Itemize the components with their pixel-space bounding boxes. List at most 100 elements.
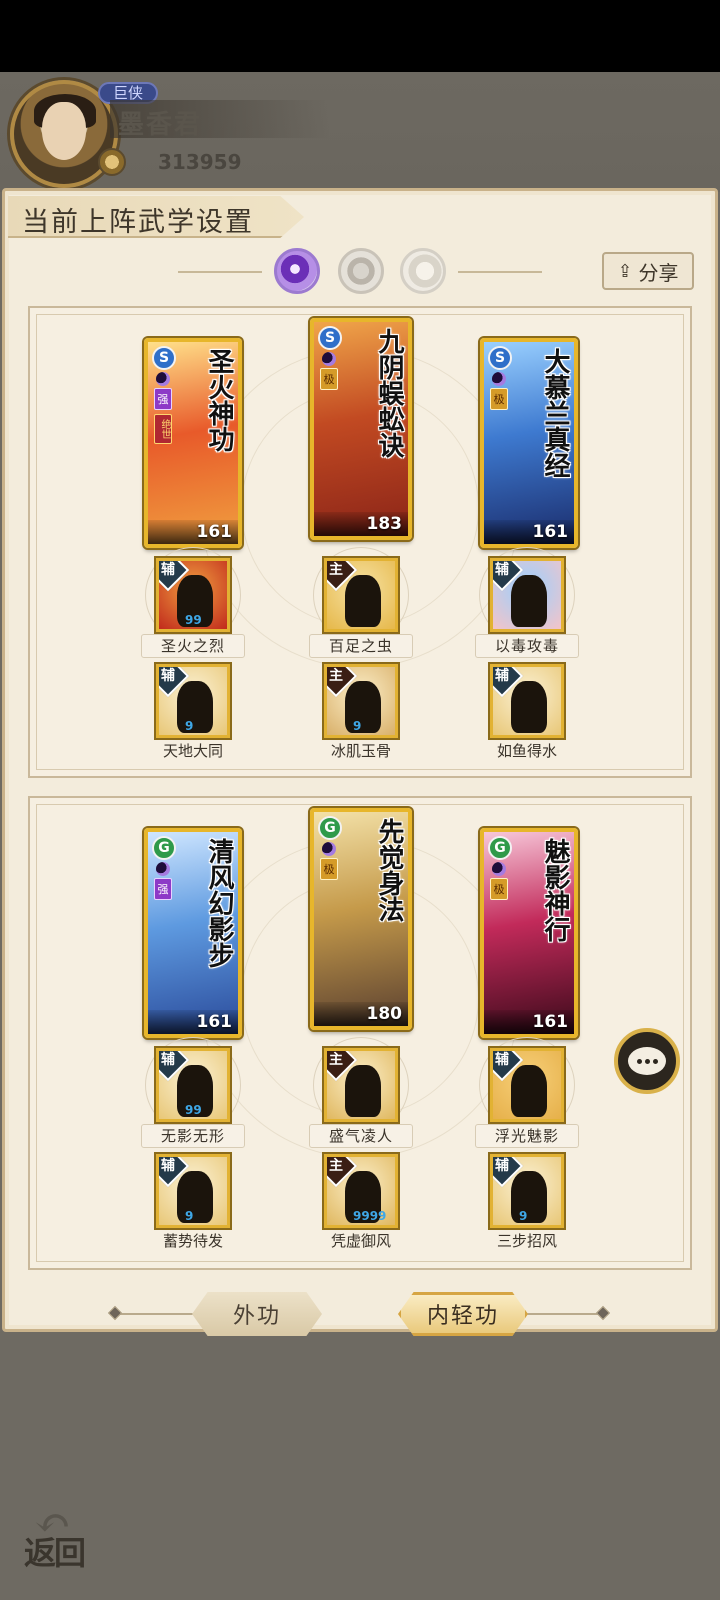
skill-figure	[345, 681, 381, 733]
skill-figure	[345, 575, 381, 627]
panel-title: 当前上阵武学设置	[22, 207, 254, 238]
skill-type-label: 主	[329, 1158, 343, 1174]
back-button[interactable]: ↶ 返回	[22, 1498, 96, 1572]
skill-figure	[511, 575, 547, 627]
skill-name: 盛气凌人	[309, 1124, 413, 1148]
chat-icon	[628, 1047, 666, 1075]
skill-slot[interactable]: 辅	[490, 1048, 564, 1122]
skill-name: 冰肌玉骨	[330, 742, 391, 760]
skill-slot[interactable]: 辅9	[156, 1154, 230, 1228]
card-level: 161	[532, 522, 569, 542]
skill-card[interactable]: G 极 魅影神行 161	[480, 828, 578, 1038]
grade-tag: 极	[490, 878, 508, 900]
tab-outer-skill-label: 外功	[232, 1304, 281, 1329]
divider-right	[458, 271, 542, 273]
tab-line-left	[114, 1313, 196, 1315]
chat-button[interactable]	[614, 1028, 680, 1094]
skill-card[interactable]: S 极 九阴蜈蚣诀 183	[310, 318, 412, 540]
moon-icon	[492, 372, 506, 386]
back-label: 返回	[24, 1534, 86, 1572]
tier-tab-purple[interactable]	[274, 248, 320, 294]
card-level: 180	[366, 1004, 403, 1024]
divider-left	[178, 271, 262, 273]
skill-figure	[177, 1171, 213, 1223]
skill-slot[interactable]: 辅	[490, 664, 564, 738]
grade-tag: 极	[320, 858, 338, 880]
school-icon: G	[488, 836, 512, 860]
skill-type-label: 辅	[495, 668, 509, 684]
skill-pips: 99	[185, 613, 202, 627]
moon-icon	[156, 862, 170, 876]
skill-slot[interactable]: 辅 99	[156, 558, 230, 632]
school-icon: G	[152, 836, 176, 860]
share-button[interactable]: ⇪ 分享	[602, 252, 694, 290]
skill-card[interactable]: G 强 清风幻影步 161	[144, 828, 242, 1038]
skill-card[interactable]: S 极 大慕兰真经 161	[480, 338, 578, 548]
card-title: 圣火神功	[204, 348, 234, 452]
card-level: 183	[366, 514, 403, 534]
skill-pips: 9	[519, 1209, 528, 1223]
card-level: 161	[196, 1012, 233, 1032]
grade-tag: 极	[490, 388, 508, 410]
avatar-face	[42, 102, 86, 160]
card-title: 九阴蜈蚣诀	[374, 328, 404, 458]
school-icon: G	[318, 816, 342, 840]
skill-type-label: 辅	[161, 668, 175, 684]
skill-name: 百足之虫	[309, 634, 413, 658]
skill-type-label: 辅	[495, 562, 509, 578]
skill-type-label: 辅	[495, 1158, 509, 1174]
skill-figure	[177, 681, 213, 733]
player-name: 墨香君	[118, 110, 203, 140]
tab-line-right	[520, 1313, 604, 1315]
skill-figure	[511, 1171, 547, 1223]
grade-tag: 强	[154, 878, 172, 900]
skill-pips: 9	[185, 719, 194, 733]
school-icon: S	[318, 326, 342, 350]
skill-name: 无影无形	[141, 1124, 245, 1148]
card-title: 大慕兰真经	[540, 348, 570, 478]
skill-type-label: 辅	[161, 1052, 175, 1068]
tier-tab-silver[interactable]	[338, 248, 384, 294]
share-icon: ⇪	[617, 260, 633, 282]
card-title: 魅影神行	[540, 838, 570, 942]
tab-inner-skill-label: 内轻功	[426, 1304, 499, 1329]
skill-pips: 9	[185, 1209, 194, 1223]
skill-name: 如鱼得水	[496, 742, 557, 760]
skill-slot[interactable]: 辅9	[490, 1154, 564, 1228]
tab-outer-skill[interactable]: 外功	[192, 1292, 322, 1336]
skill-figure	[511, 1065, 547, 1117]
moon-icon	[156, 372, 170, 386]
skill-card[interactable]: S 强绝世 圣火神功 161	[144, 338, 242, 548]
skill-name: 三步招风	[496, 1232, 557, 1250]
skill-figure	[345, 1065, 381, 1117]
skill-name: 浮光魅影	[475, 1124, 579, 1148]
skill-slot[interactable]: 辅9	[156, 664, 230, 738]
skill-slot[interactable]: 主9	[324, 664, 398, 738]
skill-type-label: 辅	[161, 562, 175, 578]
skill-slot[interactable]: 主	[324, 558, 398, 632]
skill-slot[interactable]: 辅 99	[156, 1048, 230, 1122]
skill-name: 圣火之烈	[141, 634, 245, 658]
card-level: 161	[196, 522, 233, 542]
skill-figure	[511, 681, 547, 733]
sub-tag: 绝世	[154, 414, 172, 444]
skill-card[interactable]: G 极 先觉身法 180	[310, 808, 412, 1030]
skill-name: 凭虚御风	[330, 1232, 391, 1250]
skill-slot[interactable]: 主	[324, 1048, 398, 1122]
tier-tab-white[interactable]	[400, 248, 446, 294]
tab-inner-skill[interactable]: 内轻功	[398, 1292, 528, 1336]
grade-tag: 强	[154, 388, 172, 410]
skill-type-label: 主	[329, 1052, 343, 1068]
skill-pips: 99	[185, 1103, 202, 1117]
moon-icon	[322, 842, 336, 856]
skill-type-label: 主	[329, 562, 343, 578]
skill-slot[interactable]: 主 9999	[324, 1154, 398, 1228]
share-label: 分享	[638, 260, 679, 285]
skill-name: 以毒攻毒	[475, 634, 579, 658]
power-value: 313959	[158, 150, 242, 174]
skill-pips: 9999	[353, 1209, 387, 1223]
skill-slot[interactable]: 辅	[490, 558, 564, 632]
coin-icon	[98, 148, 126, 176]
skill-type-label: 辅	[161, 1158, 175, 1174]
grade-tag: 极	[320, 368, 338, 390]
